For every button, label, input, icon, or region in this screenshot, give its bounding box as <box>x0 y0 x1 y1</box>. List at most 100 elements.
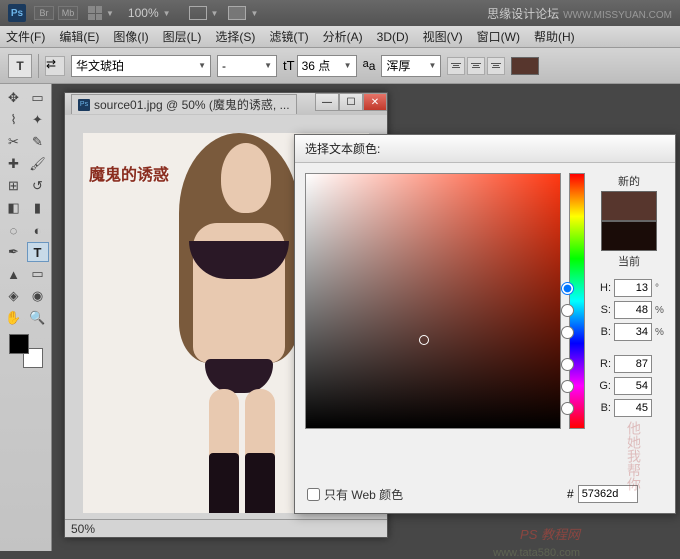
blue-row: B: <box>561 399 665 417</box>
align-left-button[interactable] <box>447 57 465 75</box>
shape-tool[interactable]: ▭ <box>27 264 49 284</box>
menu-image[interactable]: 图像(I) <box>113 28 148 45</box>
lasso-tool[interactable]: ⌇ <box>3 110 25 130</box>
heal-tool[interactable]: ✚ <box>3 154 25 174</box>
green-radio[interactable] <box>561 380 574 393</box>
pen-tool[interactable]: ✒ <box>3 242 25 262</box>
type-tool[interactable]: T <box>27 242 49 262</box>
red-radio[interactable] <box>561 358 574 371</box>
blue-input[interactable] <box>614 399 652 417</box>
minibridge-button[interactable]: Mb <box>58 6 78 20</box>
blur-tool[interactable]: ◌ <box>3 220 25 240</box>
red-input[interactable] <box>614 355 652 373</box>
blue-radio[interactable] <box>561 402 574 415</box>
align-right-button[interactable] <box>487 57 505 75</box>
new-color-label: 新的 <box>618 173 640 189</box>
sat-row: S:% <box>561 301 665 319</box>
zoom-level[interactable]: 100% <box>128 6 159 20</box>
web-colors-label: 只有 Web 颜色 <box>324 486 403 503</box>
3d-tool[interactable]: ◈ <box>3 286 25 306</box>
maximize-button[interactable]: ☐ <box>339 93 363 111</box>
sat-radio[interactable] <box>561 304 574 317</box>
saturation-value-box[interactable] <box>305 173 561 429</box>
wand-tool[interactable]: ✦ <box>27 110 49 130</box>
menu-view[interactable]: 视图(V) <box>423 28 463 45</box>
current-color-label: 当前 <box>618 253 640 269</box>
eyedropper-tool[interactable]: ✎ <box>27 132 49 152</box>
screen-mode-icon[interactable] <box>189 6 207 20</box>
align-center-button[interactable] <box>467 57 485 75</box>
menu-3d[interactable]: 3D(D) <box>377 30 409 44</box>
hue-radio[interactable] <box>561 282 574 295</box>
bri-label: B: <box>577 326 611 338</box>
crop-tool[interactable]: ✂ <box>3 132 25 152</box>
hand-tool[interactable]: ✋ <box>3 308 25 328</box>
font-family-select[interactable]: 华文琥珀▼ <box>71 55 211 77</box>
hex-input[interactable] <box>578 485 638 503</box>
active-tool-preview[interactable]: T <box>8 54 32 78</box>
3d-camera-tool[interactable]: ◉ <box>27 286 49 306</box>
move-tool[interactable]: ✥ <box>3 88 25 108</box>
watermark-link: PS 教程网 <box>520 524 580 543</box>
text-color-swatch[interactable] <box>511 57 539 75</box>
document-title: source01.jpg @ 50% (魔鬼的诱惑, ... <box>94 96 290 113</box>
bri-radio[interactable] <box>561 326 574 339</box>
fg-color-swatch[interactable] <box>9 334 29 354</box>
gradient-tool[interactable]: ▮ <box>27 198 49 218</box>
text-layer-stamp[interactable]: 魔鬼的诱惑 <box>89 161 169 185</box>
stamp-tool[interactable]: ⊞ <box>3 176 25 196</box>
divider <box>38 54 39 78</box>
marquee-tool[interactable]: ▭ <box>27 88 49 108</box>
menu-layer[interactable]: 图层(L) <box>163 28 202 45</box>
menu-analysis[interactable]: 分析(A) <box>323 28 363 45</box>
bri-row: B:% <box>561 323 665 341</box>
dropdown-icon[interactable]: ▼ <box>211 9 219 18</box>
new-color-swatch <box>601 191 657 221</box>
dropdown-icon[interactable]: ▼ <box>163 9 171 18</box>
dodge-tool[interactable]: ◐ <box>27 220 49 240</box>
path-select-tool[interactable]: ▲ <box>3 264 25 284</box>
web-colors-checkbox[interactable] <box>307 488 320 501</box>
menu-file[interactable]: 文件(F) <box>6 28 45 45</box>
menu-edit[interactable]: 编辑(E) <box>59 28 99 45</box>
bri-input[interactable] <box>614 323 652 341</box>
menu-filter[interactable]: 滤镜(T) <box>269 28 308 45</box>
green-label: G: <box>577 380 611 392</box>
sat-input[interactable] <box>614 301 652 319</box>
font-size-select[interactable]: 36 点▼ <box>297 55 357 77</box>
antialias-select[interactable]: 浑厚▼ <box>381 55 441 77</box>
document-tabbar: Ps source01.jpg @ 50% (魔鬼的诱惑, ... — ☐ ✕ <box>65 93 387 115</box>
percent-unit: % <box>655 305 665 316</box>
zoom-tool[interactable]: 🔍 <box>27 308 49 328</box>
sv-cursor-icon[interactable] <box>419 335 429 345</box>
panel-layout-icon[interactable] <box>88 6 102 20</box>
menu-help[interactable]: 帮助(H) <box>534 28 575 45</box>
bridge-button[interactable]: Br <box>34 6 54 20</box>
menu-select[interactable]: 选择(S) <box>215 28 255 45</box>
view-mode-icon[interactable] <box>228 6 246 20</box>
font-style-select[interactable]: -▼ <box>217 55 277 77</box>
dropdown-icon[interactable]: ▼ <box>250 9 258 18</box>
eraser-tool[interactable]: ◧ <box>3 198 25 218</box>
dropdown-icon[interactable]: ▼ <box>106 9 114 18</box>
history-brush-tool[interactable]: ↺ <box>27 176 49 196</box>
brush-tool[interactable]: 🖌 <box>27 154 49 174</box>
chevron-down-icon: ▼ <box>428 61 436 70</box>
current-color-swatch[interactable] <box>601 221 657 251</box>
hex-row: # <box>567 485 638 503</box>
text-orientation-button[interactable]: ⇄ <box>45 56 65 76</box>
green-input[interactable] <box>614 377 652 395</box>
font-size-icon: tT <box>283 58 295 73</box>
hex-label: # <box>567 487 574 501</box>
hue-input[interactable] <box>614 279 652 297</box>
fg-bg-colors[interactable] <box>9 334 43 368</box>
document-tab[interactable]: Ps source01.jpg @ 50% (魔鬼的诱惑, ... <box>71 94 297 114</box>
close-button[interactable]: ✕ <box>363 93 387 111</box>
minimize-button[interactable]: — <box>315 93 339 111</box>
tool-options-bar: T ⇄ 华文琥珀▼ -▼ tT 36 点▼ aa 浑厚▼ <box>0 48 680 84</box>
menu-window[interactable]: 窗口(W) <box>477 28 520 45</box>
degree-unit: ° <box>655 283 665 294</box>
main-menubar: 文件(F) 编辑(E) 图像(I) 图层(L) 选择(S) 滤镜(T) 分析(A… <box>0 26 680 48</box>
ps-doc-icon: Ps <box>78 99 90 111</box>
zoom-readout[interactable]: 50% <box>71 522 95 536</box>
